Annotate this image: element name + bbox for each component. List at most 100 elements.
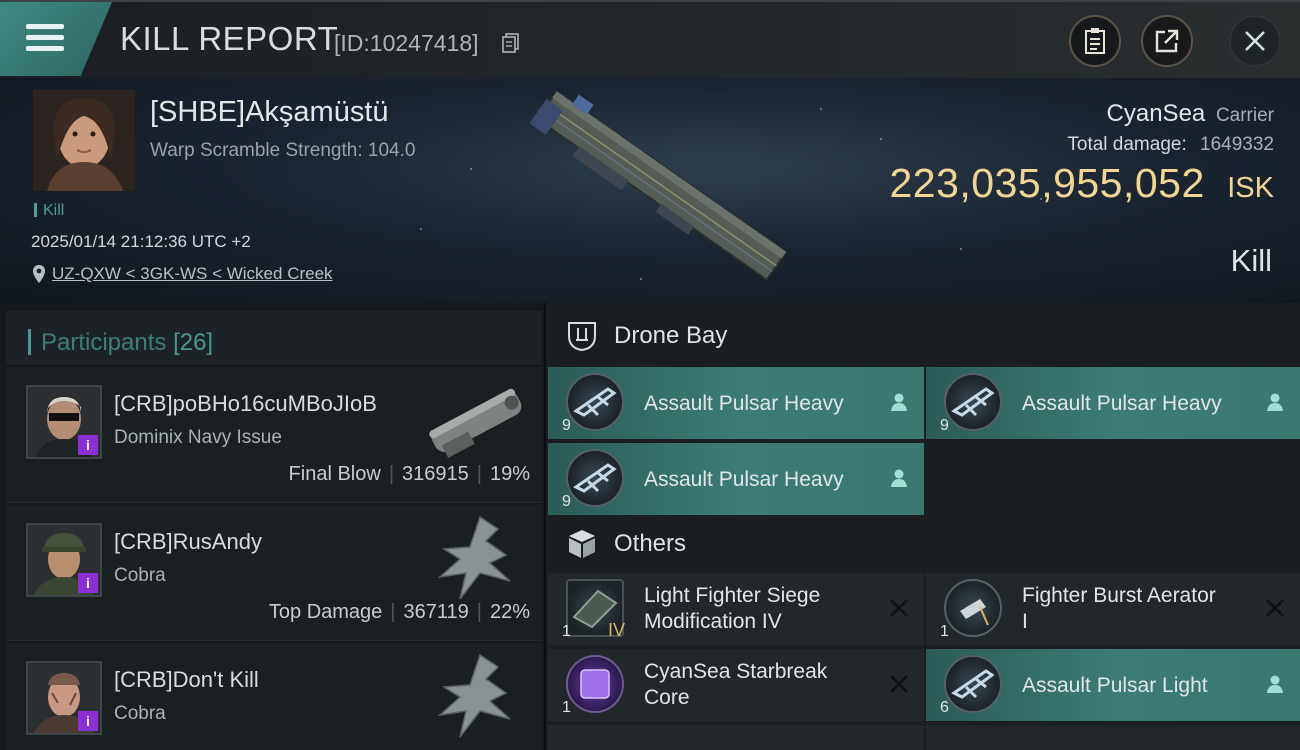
share-icon [1155, 29, 1179, 53]
info-icon[interactable]: i [78, 711, 98, 731]
avatar[interactable]: i [26, 385, 102, 459]
participant-label: Top Damage [268, 601, 383, 623]
item-quantity: 6 [940, 699, 949, 716]
item-quantity: 1 [562, 623, 571, 640]
destroyed-x-icon [1266, 599, 1284, 617]
other-item[interactable]: 1 Fighter Burst Aerator I [926, 573, 1300, 645]
cobra-ship-image [437, 515, 511, 600]
item-name-line2: I [1022, 610, 1028, 633]
participant-stats: Final Blow | 316915 | 19% [288, 463, 530, 485]
participants-panel: Participants [26] i [CRB]poBHo16cuMBoJIo… [0, 303, 544, 750]
participants-header: Participants [26] [6, 311, 542, 365]
location-text[interactable]: UZ-QXW < 3GK-WS < Wicked Creek [52, 264, 333, 284]
item-quantity: 1 [562, 699, 571, 716]
drone-bay-header: Drone Bay [546, 305, 1300, 367]
item-name-line1: Fighter Burst Aerator [1022, 584, 1216, 607]
info-icon[interactable]: i [78, 435, 98, 455]
participant-name[interactable]: [CRB]poBHo16cuMBoJIoB [114, 391, 377, 417]
participant-damage: 316915 [402, 463, 469, 485]
item-name-line1: Light Fighter Siege [644, 584, 821, 607]
drone-item[interactable]: 9 Assault Pulsar Heavy [926, 367, 1300, 439]
item-name: Assault Pulsar Light [1022, 674, 1208, 697]
participant-stats: Top Damage | 367119 | 22% [268, 601, 530, 623]
victim-name[interactable]: [SHBE]Akşamüstü [150, 96, 389, 129]
copy-icon[interactable] [502, 33, 520, 53]
close-button[interactable] [1229, 15, 1281, 67]
ship-summary: CyanSea Carrier Total damage: 1649332 22… [889, 100, 1274, 207]
top-bar: KILL REPORT [ID:10247418] [0, 0, 1300, 78]
item-name: Assault Pulsar Heavy [1022, 392, 1222, 415]
kill-result: Kill [1230, 243, 1272, 278]
avatar[interactable]: i [26, 523, 102, 597]
participant-name[interactable]: [CRB]RusAndy [114, 529, 262, 555]
victim-subtitle: Warp Scramble Strength: 104.0 [150, 140, 416, 161]
page-title: KILL REPORT [120, 20, 339, 57]
menu-button[interactable] [0, 2, 112, 76]
cargo-box-icon [569, 530, 595, 558]
location-pin-icon [33, 265, 45, 283]
item-quantity: 9 [940, 417, 949, 434]
items-panel: Drone Bay 9 Assault Pulsar Heavy 9 Assau… [546, 303, 1300, 750]
destroyed-x-icon [890, 599, 908, 617]
participant-ship: Cobra [114, 703, 166, 724]
other-item[interactable] [548, 725, 924, 750]
others-header: Others [546, 513, 1300, 575]
item-quantity: 9 [562, 417, 571, 434]
info-icon[interactable]: i [78, 573, 98, 593]
share-button[interactable] [1141, 15, 1193, 67]
isk-value: 223,035,955,052 [889, 160, 1205, 206]
isk-unit: ISK [1227, 172, 1274, 204]
participant-damage: 367119 [403, 601, 469, 623]
kill-timestamp: 2025/01/14 21:12:36 UTC +2 [31, 232, 251, 251]
victim-banner: [SHBE]Akşamüstü Warp Scramble Strength: … [0, 78, 1300, 303]
dropped-person-icon [1267, 393, 1283, 411]
ship-class: Carrier [1215, 105, 1274, 126]
destroyed-x-icon [890, 675, 908, 693]
participant-row[interactable]: i [CRB]Don't Kill Cobra [6, 643, 542, 750]
participant-percent: 22% [489, 601, 530, 623]
total-damage-value: 1649332 [1200, 134, 1274, 155]
close-icon [1245, 31, 1265, 51]
ship-name[interactable]: CyanSea [1107, 100, 1206, 127]
drone-item[interactable]: 9 Assault Pulsar Heavy [548, 443, 924, 515]
drone-icon [944, 655, 1002, 713]
item-quantity: 9 [562, 493, 571, 510]
participants-count: [26] [173, 329, 214, 356]
other-item[interactable]: 1 IV Light Fighter Siege Modification IV [548, 573, 924, 645]
dropped-person-icon [1267, 675, 1283, 693]
other-item[interactable]: 1 CyanSea Starbreak Core [548, 649, 924, 721]
item-name-line1: CyanSea Starbreak [644, 660, 828, 683]
aerator-icon [944, 579, 1002, 637]
drone-bay-icon [568, 322, 596, 352]
item-quantity: 1 [940, 623, 949, 640]
participant-row[interactable]: i [CRB]RusAndy Cobra Top Damage | 367119 | 2… [6, 505, 542, 641]
avatar[interactable]: i [26, 661, 102, 735]
participant-row[interactable]: i [CRB]poBHo16cuMBoJIoB Dominix Navy Iss… [6, 367, 542, 503]
others-title: Others [614, 530, 687, 557]
drone-bay-title: Drone Bay [614, 322, 728, 349]
location-link[interactable]: UZ-QXW < 3GK-WS < Wicked Creek [32, 264, 333, 284]
other-item[interactable]: 6 Assault Pulsar Light [926, 649, 1300, 721]
dropped-person-icon [891, 469, 907, 487]
clipboard-button[interactable] [1069, 15, 1121, 67]
item-tech-level: IV [608, 620, 626, 640]
kill-tag: Kill [34, 202, 64, 220]
cobra-ship-image [437, 653, 511, 738]
victim-portrait[interactable] [33, 90, 135, 191]
item-name-line2: Core [644, 686, 690, 709]
participant-percent: 19% [489, 463, 530, 485]
participant-label: Final Blow [288, 463, 381, 485]
total-damage-label: Total damage: [1067, 134, 1187, 155]
drone-item[interactable]: 9 Assault Pulsar Heavy [548, 367, 924, 439]
dominix-ship-image [429, 388, 522, 458]
participant-name[interactable]: [CRB]Don't Kill [114, 667, 259, 693]
drone-icon [566, 449, 624, 507]
carrier-ship-image [530, 89, 788, 282]
item-name: Assault Pulsar Heavy [644, 468, 844, 491]
drone-icon [566, 373, 624, 431]
clipboard-icon [1085, 28, 1105, 54]
participants-title: Participants [41, 329, 167, 356]
dropped-person-icon [891, 393, 907, 411]
report-id: [ID:10247418] [334, 30, 479, 56]
other-item[interactable] [926, 725, 1300, 750]
